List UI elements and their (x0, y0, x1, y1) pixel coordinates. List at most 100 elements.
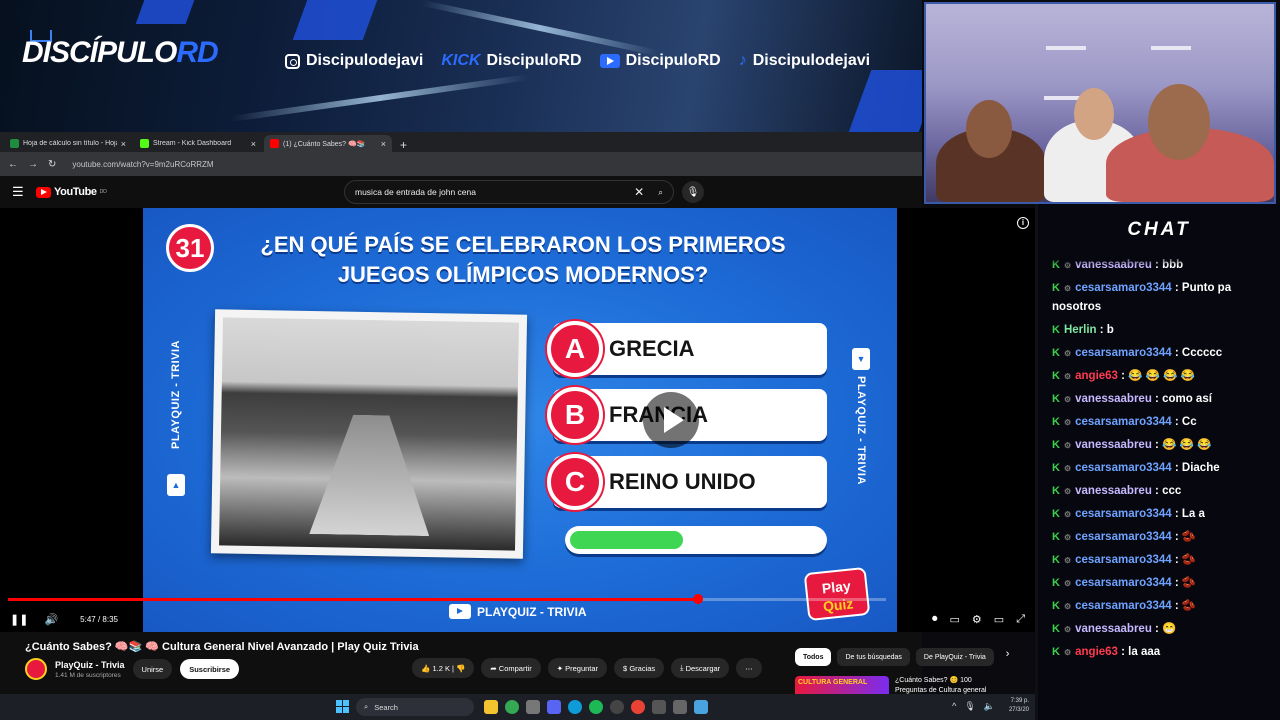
tab-spreadsheet[interactable]: Hoja de cálculo sin título - Hoja × (4, 135, 132, 152)
chat-message: K ⚙ cesarsamaro3344 : 🫘 (1052, 572, 1274, 595)
new-tab-button[interactable]: + (394, 138, 413, 152)
notepad-icon[interactable] (694, 700, 708, 714)
pause-icon[interactable]: ❚❚ (10, 613, 28, 626)
info-icon[interactable]: i (1017, 217, 1029, 229)
chat-username[interactable]: cesarsamaro3344 (1075, 282, 1172, 294)
chat-text: : la aaa (1117, 646, 1161, 658)
edge-icon[interactable] (568, 700, 582, 714)
theater-icon[interactable]: ▭ (994, 613, 1004, 626)
chat-username[interactable]: cesarsamaro3344 (1075, 577, 1172, 589)
speaker-icon[interactable]: 🔈 (984, 701, 995, 712)
question-text: ¿EN QUÉ PAÍS SE CELEBRARON LOS PRIMEROS … (260, 232, 786, 287)
chrome-alt-icon[interactable] (631, 700, 645, 714)
chat-message: K ⚙ vanessaabreu : 😁 (1052, 618, 1274, 641)
folder-icon[interactable] (484, 700, 498, 714)
tab-kick-dashboard[interactable]: Stream - Kick Dashboard × (134, 135, 262, 152)
chat-message: K ⚙ angie63 : 😂 😂 😂 😂 (1052, 365, 1274, 388)
clock[interactable]: 7:39 p. 27/3/20 (1009, 697, 1029, 715)
kick-icon: KICK (441, 52, 481, 69)
thanks-button[interactable]: $ Gracias (614, 658, 665, 678)
url-field[interactable]: youtube.com/watch?v=9m2uRCoRRZM (72, 160, 213, 169)
chat-username[interactable]: cesarsamaro3344 (1075, 462, 1172, 474)
chat-message: K ⚙ cesarsamaro3344 : La a (1052, 503, 1274, 526)
chat-username[interactable]: cesarsamaro3344 (1075, 347, 1172, 359)
stream-layout: DISCÍPULORD Discipulodejavi KICK Discipul… (0, 0, 1280, 720)
fullscreen-icon[interactable]: ⤢ (1016, 613, 1025, 626)
tab-youtube[interactable]: (1) ¿Cuánto Sabes? 🧠📚 × (264, 135, 392, 152)
chat-username[interactable]: cesarsamaro3344 (1075, 554, 1172, 566)
discord-icon[interactable] (547, 700, 561, 714)
chat-username[interactable]: Herlin (1064, 324, 1097, 336)
chat-username[interactable]: cesarsamaro3344 (1075, 508, 1172, 520)
chat-username[interactable]: angie63 (1075, 646, 1118, 658)
chat-message: K ⚙ angie63 : la aaa (1052, 641, 1274, 664)
chat-username[interactable]: cesarsamaro3344 (1075, 600, 1172, 612)
spotify-icon[interactable] (589, 700, 603, 714)
play-overlay-icon[interactable] (643, 392, 699, 448)
channel-logo: DISCÍPULORD (22, 36, 219, 69)
autoplay-toggle[interactable]: ⏺ (932, 613, 938, 626)
youtube-logo[interactable]: YouTube DO (36, 186, 107, 198)
chevron-right-icon[interactable]: › (1006, 648, 1010, 666)
settings-icon[interactable]: ⚙ (972, 613, 982, 626)
close-icon[interactable]: × (381, 139, 386, 149)
kick-badge-icon: K (1052, 393, 1060, 405)
share-button[interactable]: ➦ Compartir (481, 658, 541, 678)
back-icon[interactable]: ← (8, 159, 18, 170)
channel-name[interactable]: PlayQuiz - Trivia (55, 660, 125, 670)
chat-username[interactable]: angie63 (1075, 370, 1118, 382)
taskbar: ⌕ Search ^ 🎙 🔈 7:39 p. 27/3/20 (0, 694, 1035, 720)
timer-bar (565, 526, 827, 554)
volume-icon[interactable]: 🔊 (44, 613, 58, 626)
chat-username[interactable]: vanessaabreu (1075, 393, 1152, 405)
search-input[interactable]: musica de entrada de john cena ✕ ⌕ (344, 180, 674, 204)
chat-username[interactable]: cesarsamaro3344 (1075, 531, 1172, 543)
chat-username[interactable]: vanessaabreu (1075, 439, 1152, 451)
badge-icon: ⚙ (1063, 510, 1072, 519)
chip-searches[interactable]: De tus búsquedas (837, 648, 910, 666)
search-icon[interactable]: ⌕ (658, 187, 663, 198)
channel-avatar[interactable] (25, 658, 47, 680)
chat-text: : 🫘 (1171, 531, 1197, 543)
like-button[interactable]: 👍 1.2 K | 👎 (412, 658, 475, 678)
kick-badge-icon: K (1052, 347, 1060, 359)
mic-icon[interactable]: 🎙 (964, 701, 975, 712)
badge-icon: ⚙ (1063, 556, 1072, 565)
windows-start-icon[interactable] (336, 700, 349, 713)
badge-icon: ⚙ (1063, 648, 1072, 657)
captions-icon[interactable]: ▭ (950, 613, 960, 626)
clear-icon[interactable]: ✕ (634, 185, 644, 199)
youtube-header: ☰ YouTube DO musica de entrada de john ce… (0, 176, 922, 208)
chevron-up-icon[interactable]: ^ (952, 701, 956, 712)
chrome-icon[interactable] (505, 700, 519, 714)
thumbs-down-icon[interactable]: 👎 (456, 664, 465, 673)
forward-icon[interactable]: → (28, 159, 38, 170)
more-icon[interactable]: ⋯ (736, 658, 762, 678)
chat-username[interactable]: cesarsamaro3344 (1075, 416, 1172, 428)
chat-username[interactable]: vanessaabreu (1075, 623, 1152, 635)
close-icon[interactable]: × (251, 139, 256, 149)
download-button[interactable]: ⤓ Descargar (671, 658, 730, 678)
badge-icon: ⚙ (1063, 418, 1072, 427)
kick-badge-icon: K (1052, 646, 1060, 658)
video-player[interactable]: 31 ¿EN QUÉ PAÍS SE CELEBRARON LOS PRIMER… (0, 208, 1035, 632)
close-icon[interactable]: × (121, 139, 126, 149)
youtube-icon (599, 54, 620, 68)
chat-text: : La a (1171, 508, 1205, 520)
chip-channel[interactable]: De PlayQuiz - Trivia (915, 648, 994, 666)
subscribe-button[interactable]: Suscribirse (180, 659, 240, 679)
app-icon[interactable] (673, 700, 687, 714)
chip-all[interactable]: Todos (795, 648, 832, 666)
taskbar-search[interactable]: ⌕ Search (356, 698, 474, 716)
join-button[interactable]: Unirse (132, 659, 173, 679)
settings-icon[interactable] (526, 700, 540, 714)
app-icon[interactable] (652, 700, 666, 714)
stream-banner: DISCÍPULORD Discipulodejavi KICK Discipul… (0, 0, 922, 132)
obs-icon[interactable] (610, 700, 624, 714)
seek-bar[interactable] (8, 594, 886, 604)
microphone-icon[interactable]: 🎙 (682, 181, 704, 203)
reload-icon[interactable]: ↻ (48, 159, 56, 170)
chat-username[interactable]: vanessaabreu (1075, 485, 1152, 497)
ask-button[interactable]: ✦ Preguntar (547, 658, 608, 678)
menu-icon[interactable]: ☰ (12, 184, 36, 200)
